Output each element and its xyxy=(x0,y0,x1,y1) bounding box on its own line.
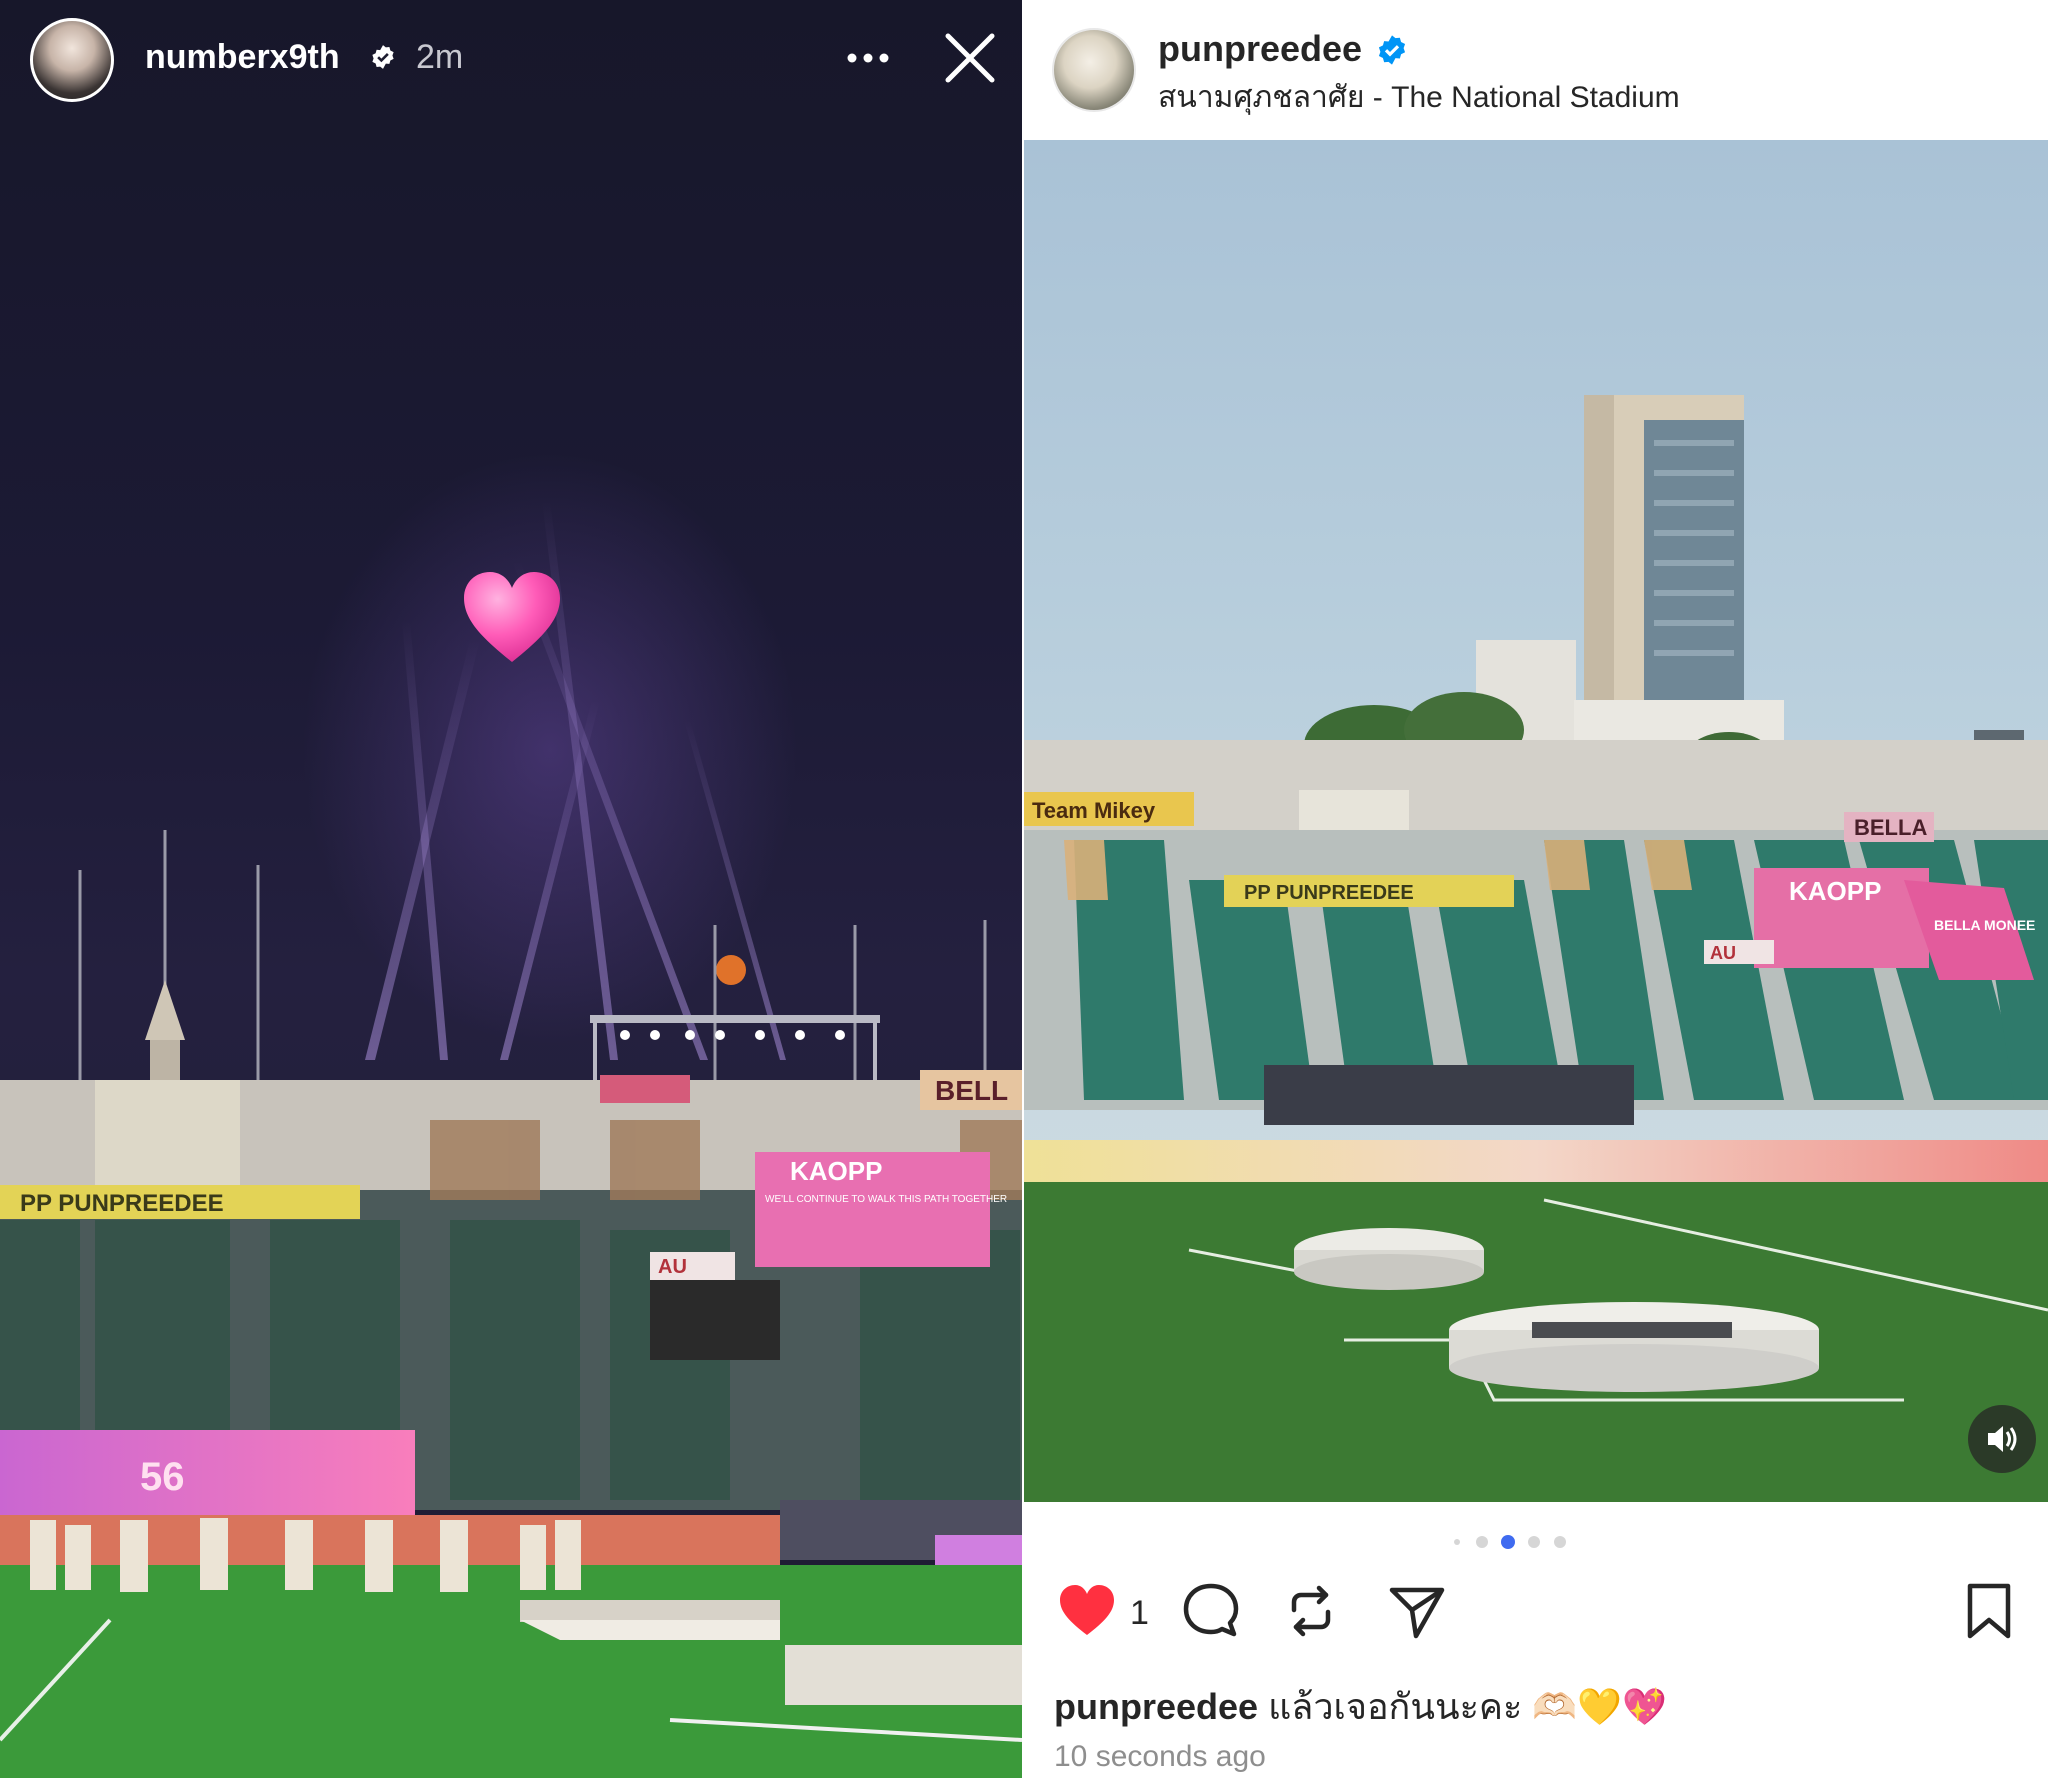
pink-heart-sticker-icon[interactable] xyxy=(462,570,562,665)
banner-punpreedee-left: PP PUNPREEDEE xyxy=(20,1190,224,1217)
banner-bella-monee: BELLA MONEE xyxy=(1934,917,2035,933)
story-header: numberx9th 2m xyxy=(0,0,1022,120)
verified-badge-icon xyxy=(1378,35,1406,65)
close-icon[interactable] xyxy=(940,28,1000,88)
comment-icon[interactable] xyxy=(1180,1580,1242,1642)
volume-icon[interactable] xyxy=(1968,1405,2036,1473)
banner-bella-left: BELL xyxy=(935,1075,1008,1106)
post-caption: punpreedee แล้วเจอกันนะคะ 🫶🏻💛💖 xyxy=(1054,1678,1667,1735)
banner-team-mikey: Team Mikey xyxy=(1032,798,1156,823)
stadium-night-photo: PP PUNPREEDEE KAOPP WE'LL CONTINUE TO WA… xyxy=(0,980,1022,1778)
like-heart-icon[interactable] xyxy=(1056,1580,1118,1642)
carousel-dot-active xyxy=(1501,1535,1515,1549)
post-username[interactable]: punpreedee xyxy=(1158,28,1362,70)
story-username[interactable]: numberx9th xyxy=(145,38,340,77)
post-avatar[interactable] xyxy=(1052,28,1136,112)
banner-kaopp-right: KAOPP xyxy=(1789,876,1881,906)
feed-post: punpreedee สนามศุภชลาศัย - The National … xyxy=(1024,0,2048,1778)
banner-kaopp-left: KAOPP xyxy=(790,1156,882,1186)
post-actions: 1 xyxy=(1024,1580,2048,1650)
bookmark-icon[interactable] xyxy=(1958,1580,2020,1642)
caption-username[interactable]: punpreedee xyxy=(1054,1686,1258,1727)
carousel-dot xyxy=(1476,1536,1488,1548)
story-viewer: PP PUNPREEDEE KAOPP WE'LL CONTINUE TO WA… xyxy=(0,0,1022,1778)
carousel-dot xyxy=(1454,1539,1460,1545)
banner-bella-right: BELLA xyxy=(1854,815,1927,840)
banner-punpreedee-right: PP PUNPREEDEE xyxy=(1244,882,1414,904)
carousel-indicator xyxy=(1024,1530,2048,1554)
banner-kaopp-sub-left: WE'LL CONTINUE TO WALK THIS PATH TOGETHE… xyxy=(765,1194,1007,1205)
carousel-dot xyxy=(1554,1536,1566,1548)
carousel-dot xyxy=(1528,1536,1540,1548)
share-icon[interactable] xyxy=(1386,1580,1448,1642)
caption-text: แล้วเจอกันนะคะ 🫶🏻💛💖 xyxy=(1268,1686,1667,1727)
light-beams xyxy=(78,500,987,1080)
stadium-day-photo: Team Mikey PP PUNPREEDEE KAOPP BELLA MON… xyxy=(1024,395,2048,1502)
repost-icon[interactable] xyxy=(1280,1580,1342,1642)
story-time: 2m xyxy=(416,38,464,76)
post-timestamp: 10 seconds ago xyxy=(1054,1740,1266,1773)
au-sign-left: AU xyxy=(658,1256,687,1278)
post-location[interactable]: สนามศุภชลาศัย - The National Stadium xyxy=(1158,74,1680,121)
verified-badge-icon xyxy=(372,45,394,69)
au-sign-right: AU xyxy=(1710,943,1736,963)
more-icon[interactable] xyxy=(840,38,896,78)
led-screen-text: 56 xyxy=(140,1455,185,1499)
post-media[interactable]: Team Mikey PP PUNPREEDEE KAOPP BELLA MON… xyxy=(1024,140,2048,1502)
like-count[interactable]: 1 xyxy=(1130,1594,1149,1633)
story-avatar[interactable] xyxy=(30,18,114,102)
